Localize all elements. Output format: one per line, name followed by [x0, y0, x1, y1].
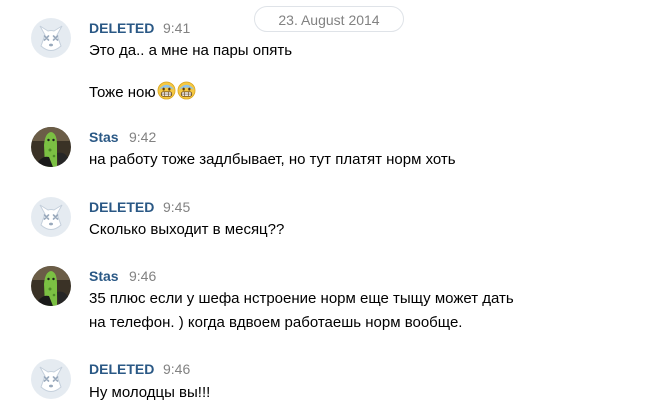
message-time[interactable]: 9:46	[129, 268, 156, 284]
grimacing-sweat-emoji	[177, 81, 196, 100]
avatar[interactable]	[31, 197, 71, 237]
message-time[interactable]: 9:42	[129, 129, 156, 145]
message-text: на телефон. ) когда вдвоем работаешь нор…	[89, 314, 463, 331]
message-text: Это да.. а мне на пары опять	[89, 42, 293, 59]
avatar[interactable]	[31, 18, 71, 58]
avatar[interactable]	[31, 266, 71, 306]
author-name[interactable]: Stas	[89, 268, 119, 284]
message-text-content: Тоже ною	[89, 84, 156, 101]
avatar[interactable]	[31, 359, 71, 399]
author-name[interactable]: DELETED	[89, 199, 154, 215]
deleted-user-dog-icon	[31, 359, 71, 399]
message-text: 35 плюс если у шефа нстроение норм еще т…	[89, 290, 514, 307]
author-name[interactable]: DELETED	[89, 20, 154, 36]
deleted-user-dog-icon	[31, 197, 71, 237]
author-name[interactable]: DELETED	[89, 361, 154, 377]
message-time[interactable]: 9:46	[163, 361, 190, 377]
author-name[interactable]: Stas	[89, 129, 119, 145]
message-text: Ну молодцы вы!!!	[89, 384, 211, 401]
message-text: на работу тоже задлбывает, но тут платят…	[89, 151, 456, 168]
message-time[interactable]: 9:45	[163, 199, 190, 215]
user-photo	[31, 127, 71, 167]
message-time[interactable]: 9:41	[163, 20, 190, 36]
message-text: Сколько выходит в месяц??	[89, 221, 285, 238]
grimacing-sweat-emoji	[157, 81, 176, 100]
avatar[interactable]	[31, 127, 71, 167]
user-photo	[31, 266, 71, 306]
deleted-user-dog-icon	[31, 18, 71, 58]
date-separator: 23. August 2014	[254, 6, 404, 32]
message-text: Тоже ною	[89, 81, 196, 101]
